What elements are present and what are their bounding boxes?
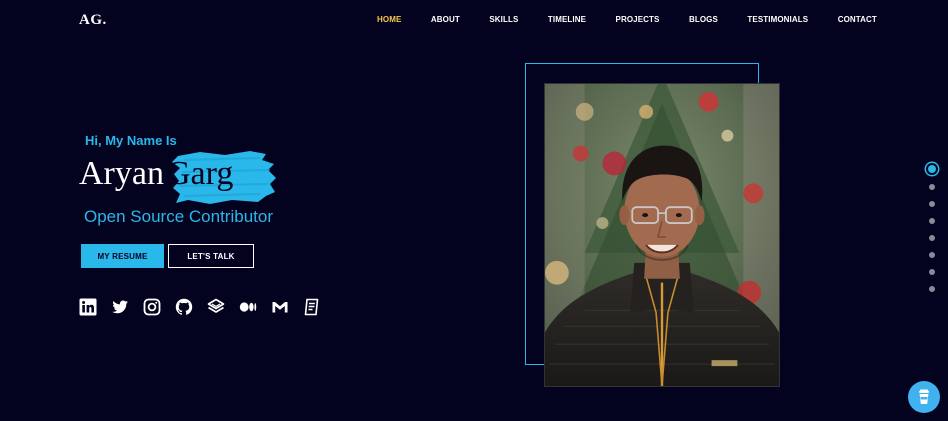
nav-contact[interactable]: CONTACT (833, 15, 882, 24)
section-dot-home[interactable] (928, 165, 936, 173)
section-dot-about[interactable] (929, 184, 935, 190)
section-dot-timeline[interactable] (929, 218, 935, 224)
medium-icon[interactable] (239, 298, 257, 316)
resume-button[interactable]: MY RESUME (81, 244, 164, 268)
linkedin-icon[interactable] (79, 298, 97, 316)
nav-testimonials[interactable]: TESTIMONIALS (742, 15, 813, 24)
section-dot-projects[interactable] (929, 235, 935, 241)
nav-about[interactable]: ABOUT (426, 15, 465, 24)
twitter-icon[interactable] (111, 298, 129, 316)
nav-skills[interactable]: SKILLS (484, 15, 523, 24)
nav-blogs[interactable]: BLOGS (684, 15, 723, 24)
site-logo[interactable]: AG. (79, 12, 107, 29)
lets-talk-button[interactable]: LET'S TALK (168, 244, 254, 268)
section-dot-contact[interactable] (929, 286, 935, 292)
section-dots (928, 165, 936, 292)
nav-timeline[interactable]: TIMELINE (543, 15, 591, 24)
nav-home[interactable]: HOME (372, 15, 406, 24)
layers-icon[interactable] (207, 298, 225, 316)
github-icon[interactable] (175, 298, 193, 316)
gmail-icon[interactable] (271, 298, 289, 316)
section-dot-blogs[interactable] (929, 252, 935, 258)
instagram-icon[interactable] (143, 298, 161, 316)
profile-photo (544, 83, 780, 387)
buy-me-coffee-button[interactable] (908, 381, 940, 413)
hero-last-name: Garg (165, 155, 234, 192)
main-nav: HOME ABOUT SKILLS TIMELINE PROJECTS BLOG… (372, 15, 882, 24)
hero-first-name: Aryan (79, 155, 164, 192)
coffee-cup-icon (919, 389, 929, 404)
hero-role: Open Source Contributor (84, 207, 273, 226)
hero-greeting: Hi, My Name Is (85, 133, 177, 148)
social-links (79, 298, 321, 316)
section-dot-testimonials[interactable] (929, 269, 935, 275)
hero-name: AryanGarg (79, 155, 233, 193)
resume-doc-icon[interactable] (303, 298, 321, 316)
nav-projects[interactable]: PROJECTS (611, 15, 665, 24)
section-dot-skills[interactable] (929, 201, 935, 207)
